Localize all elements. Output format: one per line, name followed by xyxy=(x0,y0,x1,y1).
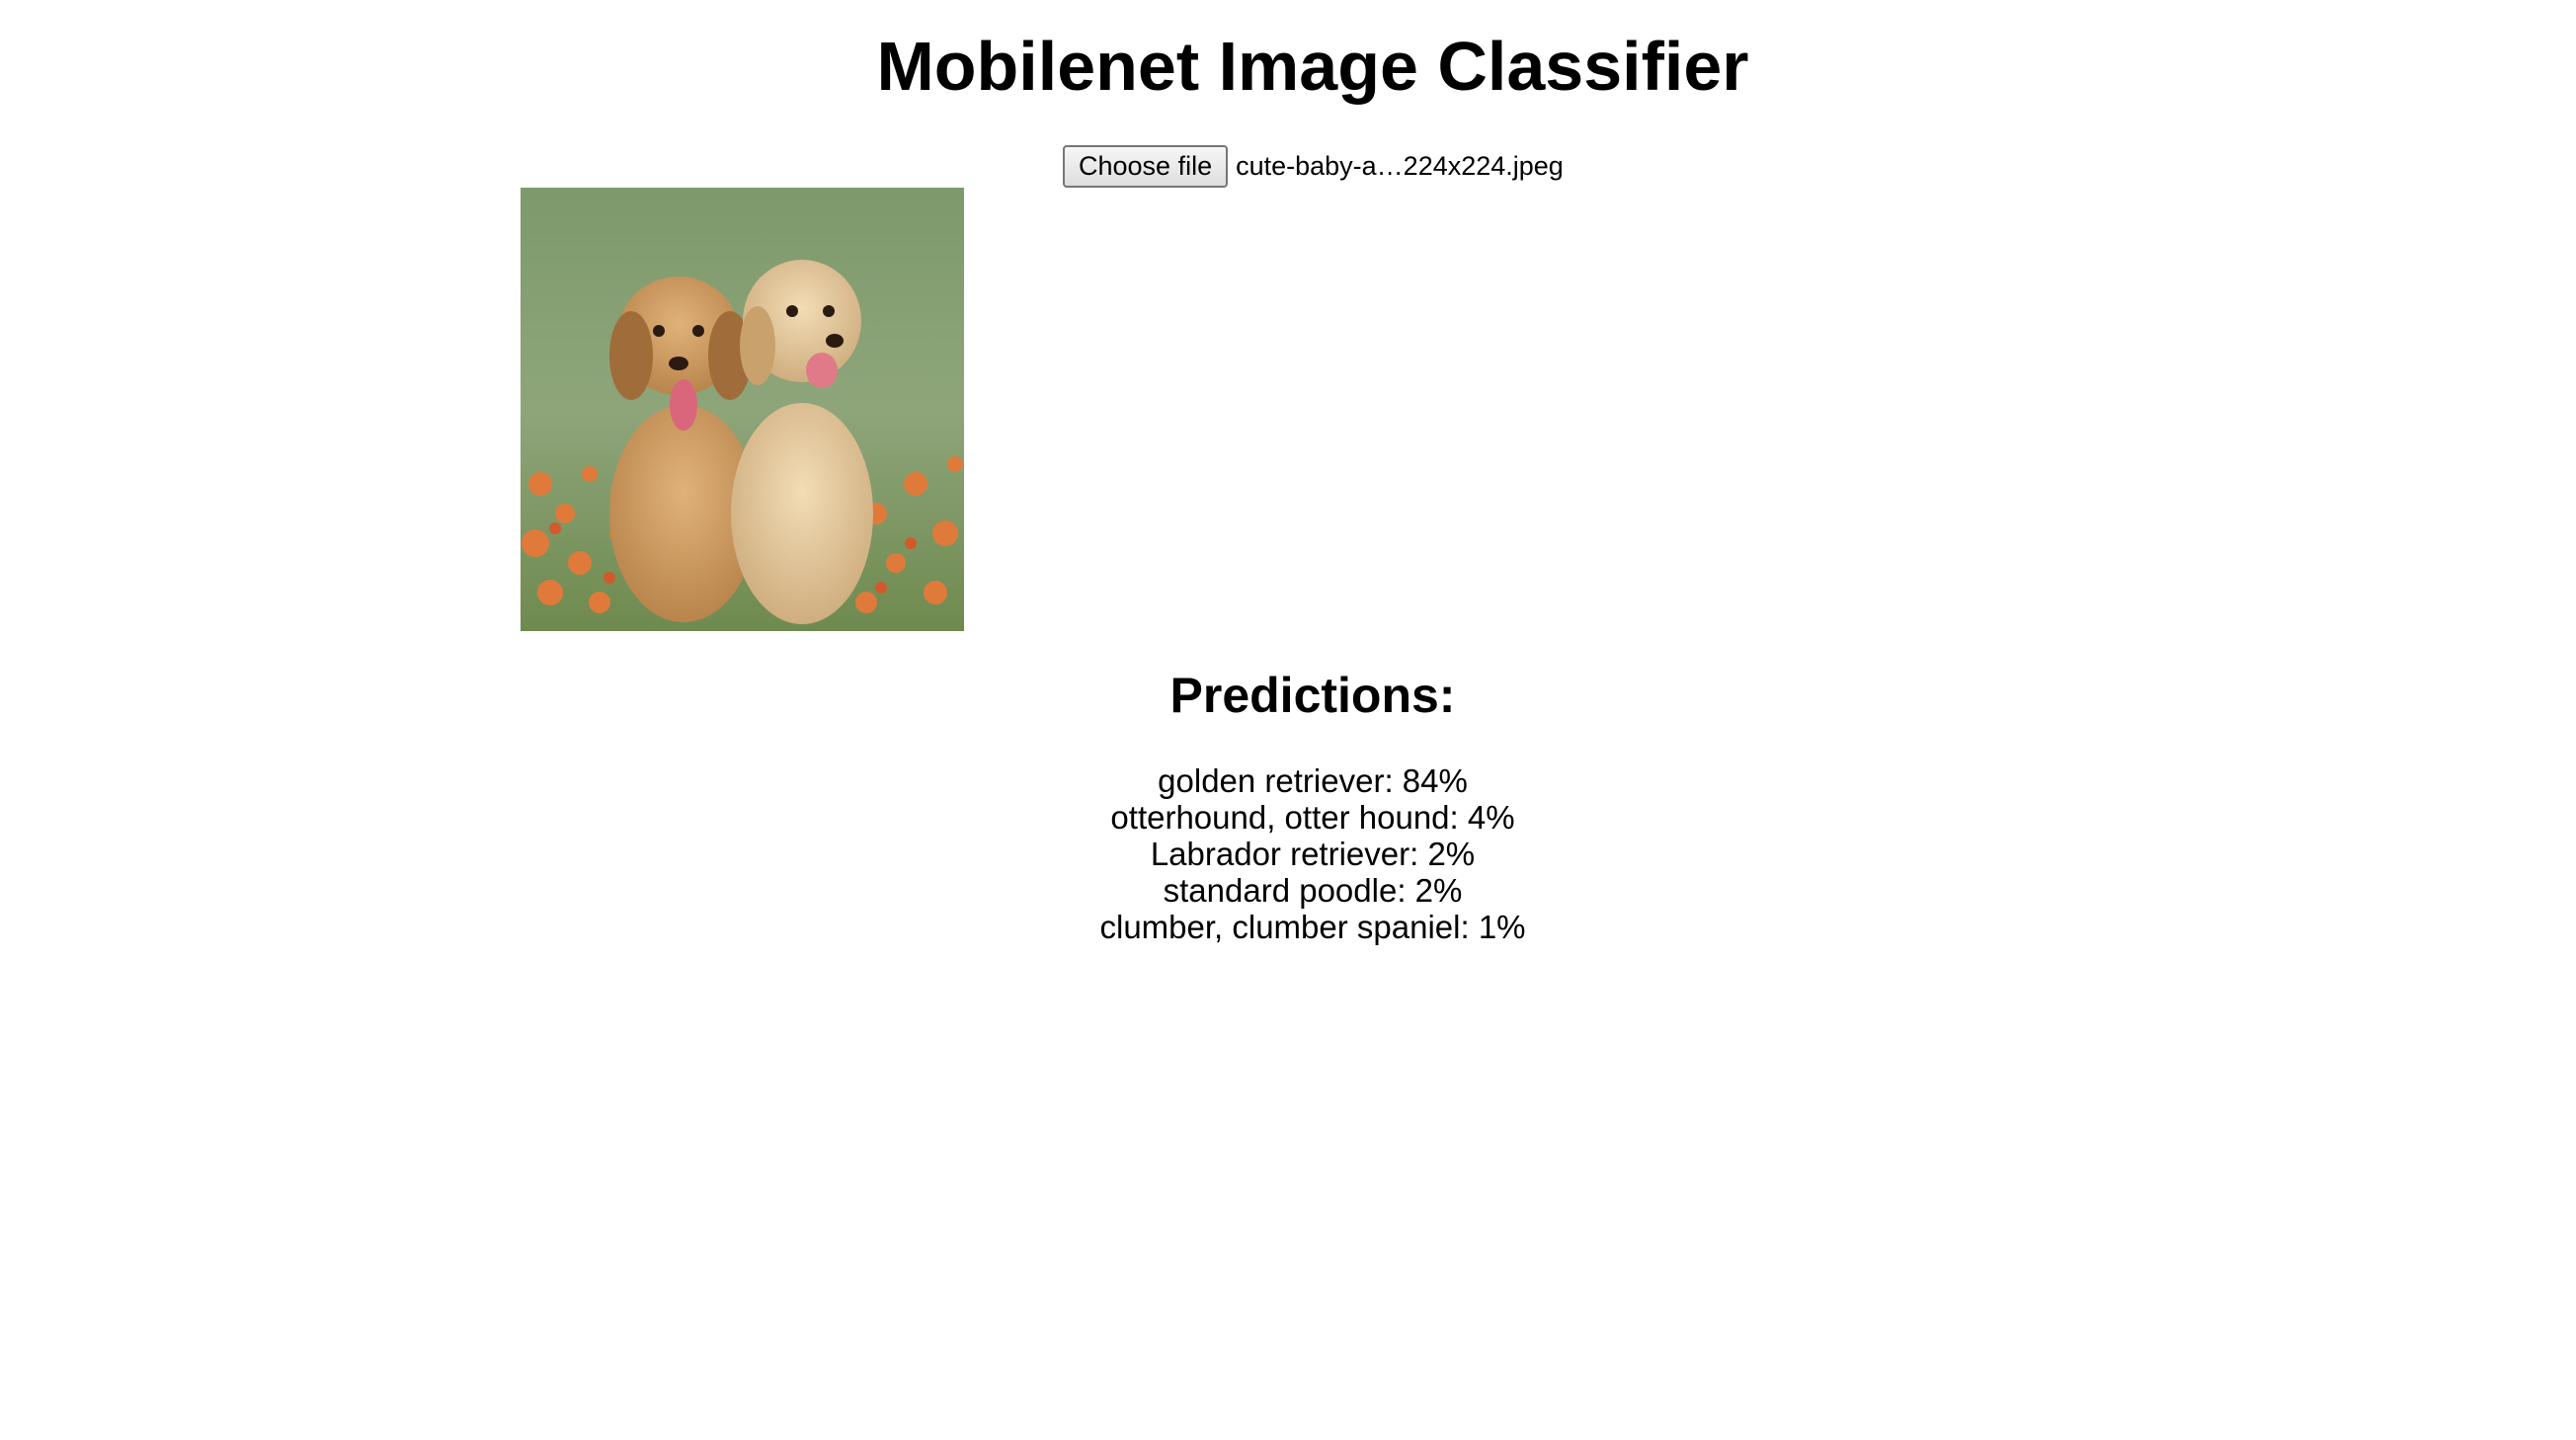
file-input[interactable]: Choose file cute-baby-a…224x224.jpeg xyxy=(1063,144,1564,188)
image-preview xyxy=(521,188,964,631)
choose-file-button[interactable]: Choose file xyxy=(1063,144,1229,188)
selected-file-name: cute-baby-a…224x224.jpeg xyxy=(1236,151,1564,181)
prediction-item: clumber, clumber spaniel: 1% xyxy=(1099,909,1526,945)
prediction-item: otterhound, otter hound: 4% xyxy=(1110,799,1515,836)
page-title: Mobilenet Image Classifier xyxy=(876,28,1749,105)
predictions-list: golden retriever: 84% otterhound, otter … xyxy=(0,762,2576,945)
page: Mobilenet Image Classifier Choose file c… xyxy=(0,0,2576,1440)
prediction-item: standard poodle: 2% xyxy=(1163,872,1463,909)
prediction-item: golden retriever: 84% xyxy=(1158,762,1468,799)
puppies-image xyxy=(521,188,964,631)
prediction-item: Labrador retriever: 2% xyxy=(1150,836,1476,872)
predictions-heading: Predictions: xyxy=(1169,668,1456,723)
